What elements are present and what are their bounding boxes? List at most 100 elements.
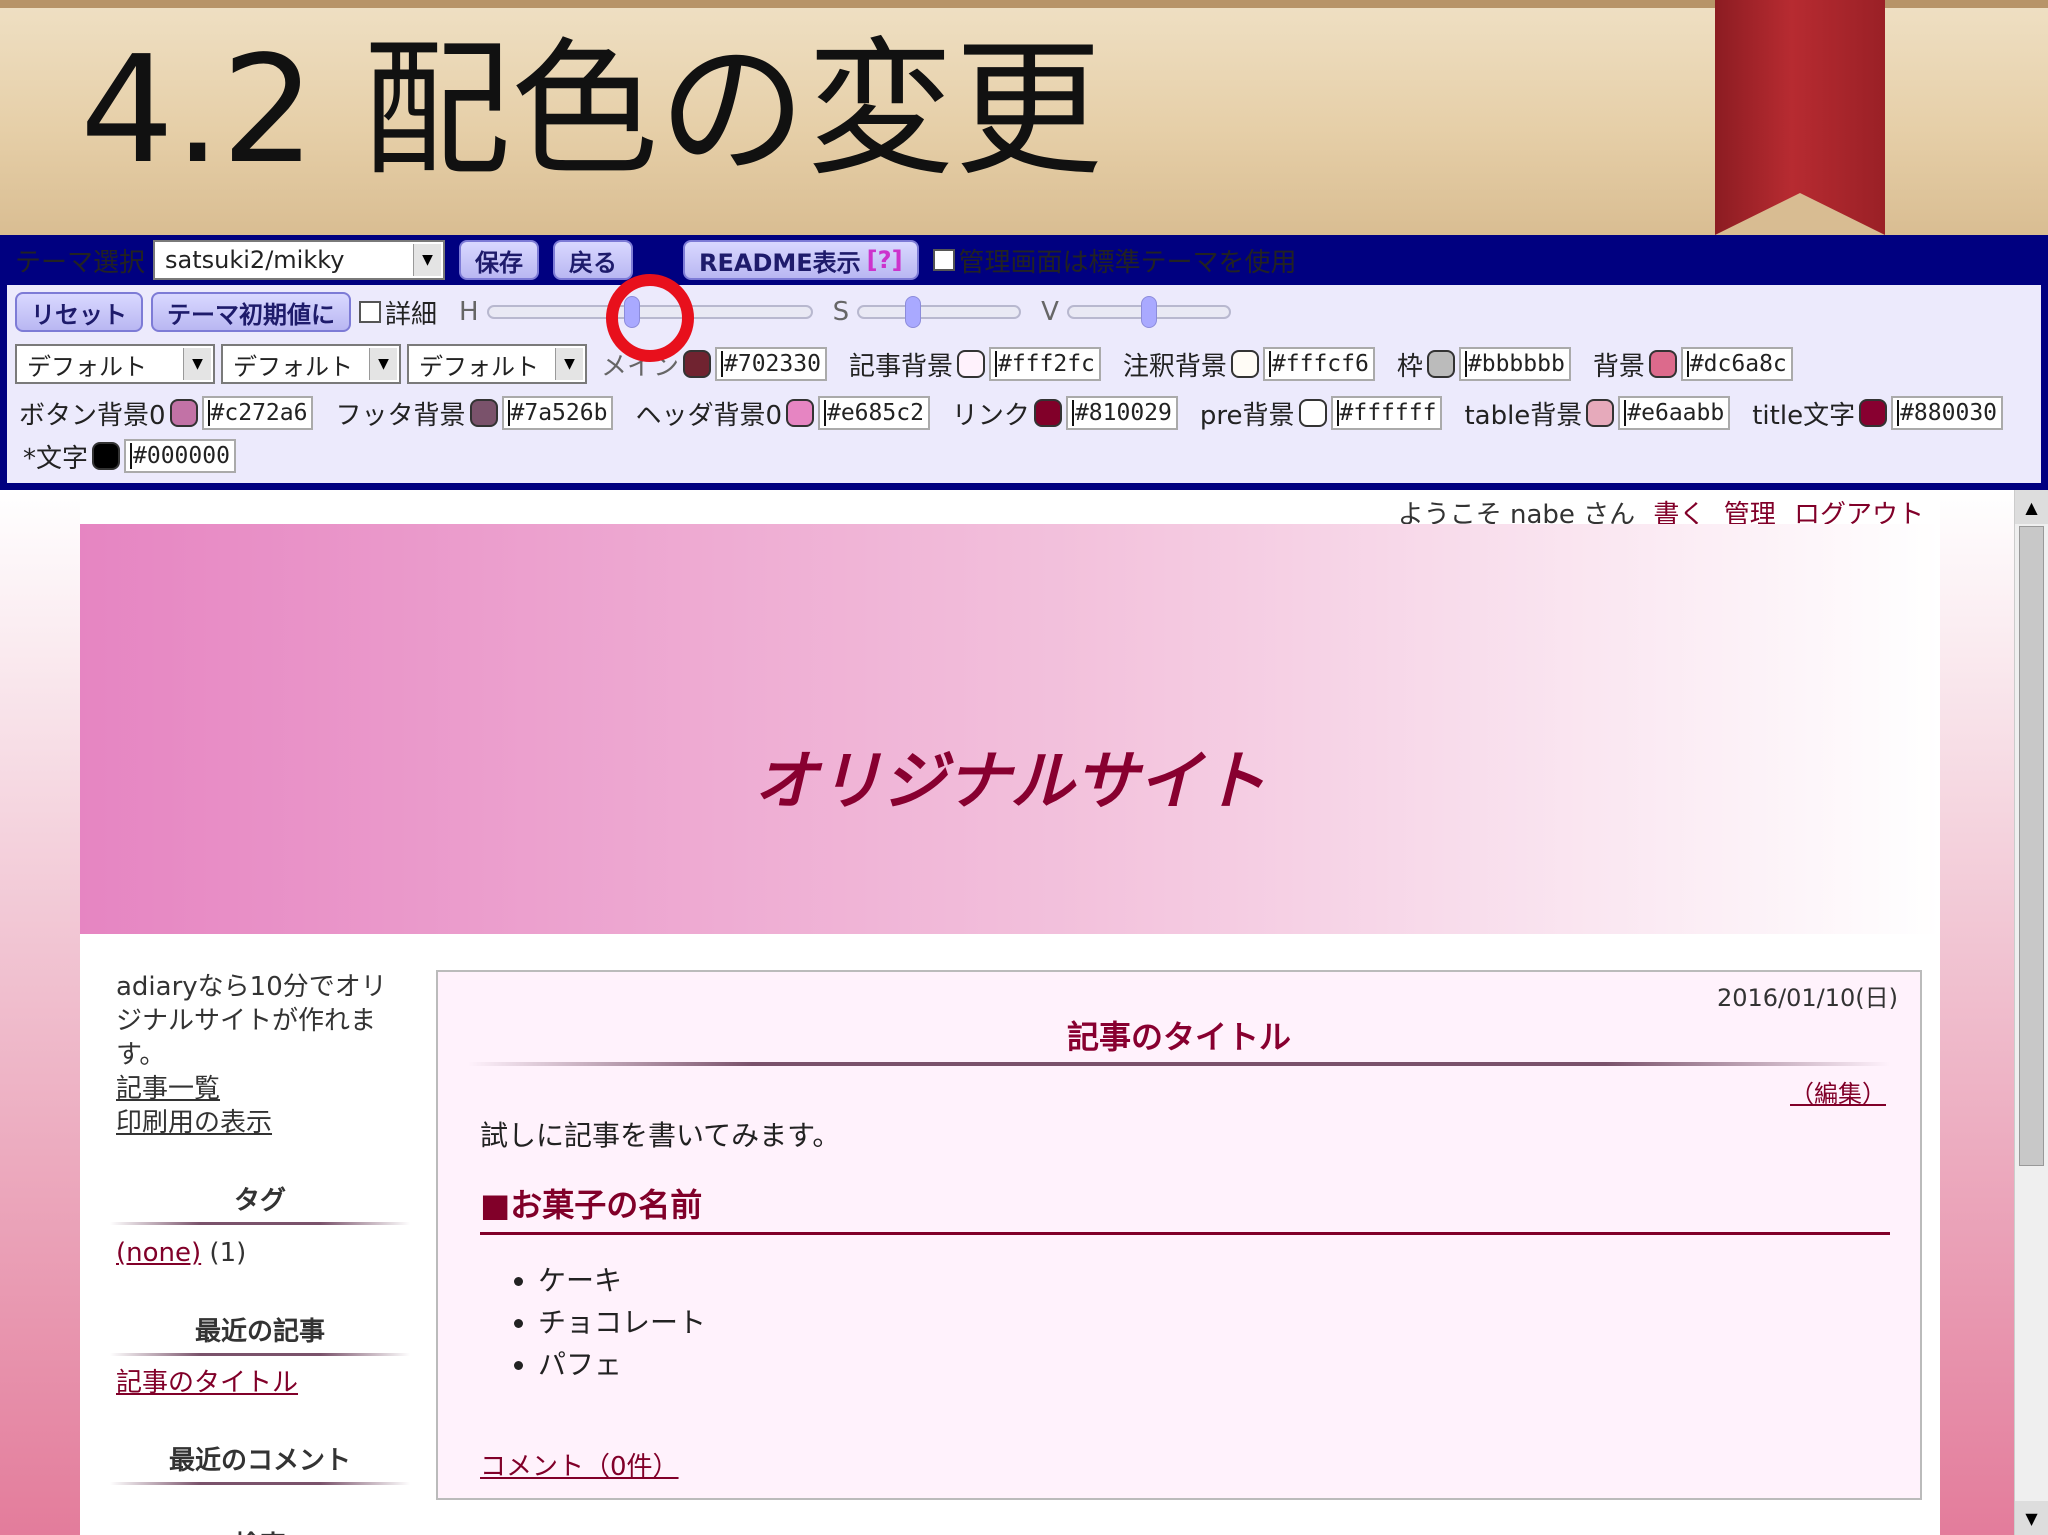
scrollbar-thumb[interactable] [2019, 526, 2044, 1166]
color-swatch-main[interactable] [683, 350, 712, 378]
saturation-slider-knob[interactable] [905, 296, 922, 328]
color-swatch-background[interactable] [1648, 350, 1677, 378]
color-swatch-pre-bg[interactable] [1298, 399, 1327, 427]
detail-label: 詳細 [385, 299, 438, 330]
color-swatch-button-bg[interactable] [169, 399, 198, 427]
color-label-article-bg: 記事背景 [848, 351, 953, 382]
color-swatch-text[interactable] [92, 442, 121, 470]
color-swatch-link[interactable] [1033, 399, 1062, 427]
color-hex-article-bg[interactable]: #fff2fc [988, 347, 1101, 381]
recent-articles-heading: 最近の記事 [110, 1311, 410, 1356]
theme-select-label: テーマ選択 [15, 247, 146, 278]
article-list-link[interactable]: 記事一覧 [110, 1072, 410, 1106]
save-button[interactable]: 保存 [459, 240, 540, 280]
admin-standard-theme-checkbox[interactable] [932, 249, 955, 271]
color-hex-button-bg[interactable]: #c272a6 [201, 396, 314, 430]
recent-article-link[interactable]: 記事のタイトル [116, 1366, 410, 1400]
site-title[interactable]: オリジナルサイト [80, 730, 1940, 822]
readme-button[interactable]: README表示 [?] [683, 240, 919, 280]
help-icon: [?] [866, 246, 903, 274]
tag-count: (1) [209, 1238, 247, 1268]
article-edit-link[interactable]: （編集） [1790, 1074, 1886, 1109]
vertical-scrollbar[interactable]: ▲ ▼ [2014, 490, 2048, 1535]
sidebar: adiaryなら10分でオリジナルサイトが作れます。 記事一覧 印刷用の表示 タ… [110, 970, 410, 1535]
tag-item: (none) (1) [110, 1235, 410, 1271]
saturation-label: S [832, 297, 850, 327]
tag-none-link[interactable]: (none) [116, 1238, 201, 1268]
list-item: パフェ [538, 1344, 706, 1386]
color-label-footer-bg: フッタ背景 [335, 400, 466, 431]
scroll-down-arrow-icon[interactable]: ▼ [2015, 1501, 2048, 1535]
chevron-down-icon: ▼ [413, 244, 442, 276]
font-select-2[interactable]: デフォルト ▼ [221, 344, 401, 384]
color-swatch-title-text[interactable] [1859, 399, 1888, 427]
color-label-text: *文字 [23, 443, 89, 474]
color-hex-border[interactable]: #bbbbbb [1458, 347, 1571, 381]
color-label-header-bg: ヘッダ背景0 [635, 400, 782, 431]
theme-default-button[interactable]: テーマ初期値に [151, 292, 351, 332]
color-hex-header-bg[interactable]: #e685c2 [817, 396, 930, 430]
color-label-link: リンク [951, 400, 1030, 431]
chevron-down-icon: ▼ [183, 348, 211, 380]
page-background: ようこそ nabe さん 書く 管理 ログアウト オリジナルサイト adiary… [0, 490, 2048, 1535]
color-hex-link[interactable]: #810029 [1065, 396, 1178, 430]
value-slider-knob[interactable] [1140, 296, 1157, 328]
save-button-label: 保存 [475, 248, 524, 277]
chevron-down-icon: ▼ [369, 348, 397, 380]
color-swatch-article-bg[interactable] [956, 350, 985, 378]
color-label-button-bg: ボタン背景0 [19, 400, 166, 431]
color-label-pre-bg: pre背景 [1199, 400, 1295, 431]
color-hex-background[interactable]: #dc6a8c [1680, 347, 1793, 381]
bookmark-ribbon-decoration [1715, 0, 1885, 235]
article-date: 2016/01/10(日) [1716, 984, 1898, 1012]
font-select-3-value: デフォルト [419, 352, 539, 381]
back-button-label: 戻る [569, 248, 618, 277]
article-section-heading: ■お菓子の名前 [480, 1180, 1890, 1235]
article-body: 試しに記事を書いてみます。 [480, 1119, 841, 1152]
back-button[interactable]: 戻る [553, 240, 634, 280]
readme-button-label: README表示 [699, 248, 861, 277]
color-label-table-bg: table背景 [1464, 400, 1583, 431]
color-hex-title-text[interactable]: #880030 [1891, 396, 2004, 430]
color-swatch-border[interactable] [1426, 350, 1455, 378]
article: 2016/01/10(日) 記事のタイトル （編集） 試しに記事を書いてみます。… [436, 970, 1922, 1500]
recent-comments-heading: 最近のコメント [110, 1440, 410, 1485]
color-hex-pre-bg[interactable]: #ffffff [1330, 396, 1443, 430]
site-header: オリジナルサイト [80, 524, 1940, 934]
font-select-1-value: デフォルト [27, 352, 147, 381]
hue-label: H [459, 297, 479, 327]
value-label: V [1041, 297, 1059, 327]
browser-window: テーマ選択 satsuki2/mikky ▼ 保存 戻る README表示 [?… [0, 235, 2048, 1535]
color-hex-table-bg[interactable]: #e6aabb [1618, 396, 1731, 430]
font-select-1[interactable]: デフォルト ▼ [15, 344, 215, 384]
sidebar-intro: adiaryなら10分でオリジナルサイトが作れます。 [116, 972, 387, 1070]
color-swatch-header-bg[interactable] [785, 399, 814, 427]
theme-default-button-label: テーマ初期値に [167, 300, 335, 329]
color-hex-note-bg[interactable]: #fffcf6 [1262, 347, 1375, 381]
print-view-link[interactable]: 印刷用の表示 [110, 1106, 410, 1140]
admin-standard-theme-label: 管理画面は標準テーマを使用 [958, 247, 1297, 278]
page-content: ようこそ nabe さん 書く 管理 ログアウト オリジナルサイト adiary… [80, 490, 1940, 1535]
font-select-2-value: デフォルト [233, 352, 353, 381]
color-swatch-note-bg[interactable] [1230, 350, 1259, 378]
saturation-slider[interactable] [857, 296, 1022, 328]
color-label-border: 枠 [1396, 351, 1423, 382]
article-list: ケーキ チョコレート パフェ [538, 1260, 706, 1386]
color-hex-text[interactable]: #000000 [124, 439, 236, 473]
reset-button[interactable]: リセット [15, 292, 143, 332]
color-hex-footer-bg[interactable]: #7a526b [501, 396, 614, 430]
color-hex-main[interactable]: #702330 [715, 347, 827, 381]
value-slider[interactable] [1066, 296, 1231, 328]
detail-checkbox[interactable] [359, 301, 381, 323]
recent-article-item: 記事のタイトル [110, 1366, 410, 1400]
theme-select[interactable]: satsuki2/mikky ▼ [153, 240, 446, 280]
highlight-circle-annotation [606, 274, 694, 362]
comment-link[interactable]: コメント（0件） [480, 1446, 679, 1483]
scroll-up-arrow-icon[interactable]: ▲ [2015, 490, 2048, 524]
color-label-title-text: title文字 [1752, 400, 1856, 431]
color-swatch-footer-bg[interactable] [469, 399, 498, 427]
article-title[interactable]: 記事のタイトル [468, 1012, 1890, 1066]
color-swatch-table-bg[interactable] [1586, 399, 1615, 427]
font-select-3[interactable]: デフォルト ▼ [407, 344, 587, 384]
theme-select-value: satsuki2/mikky [165, 246, 345, 274]
